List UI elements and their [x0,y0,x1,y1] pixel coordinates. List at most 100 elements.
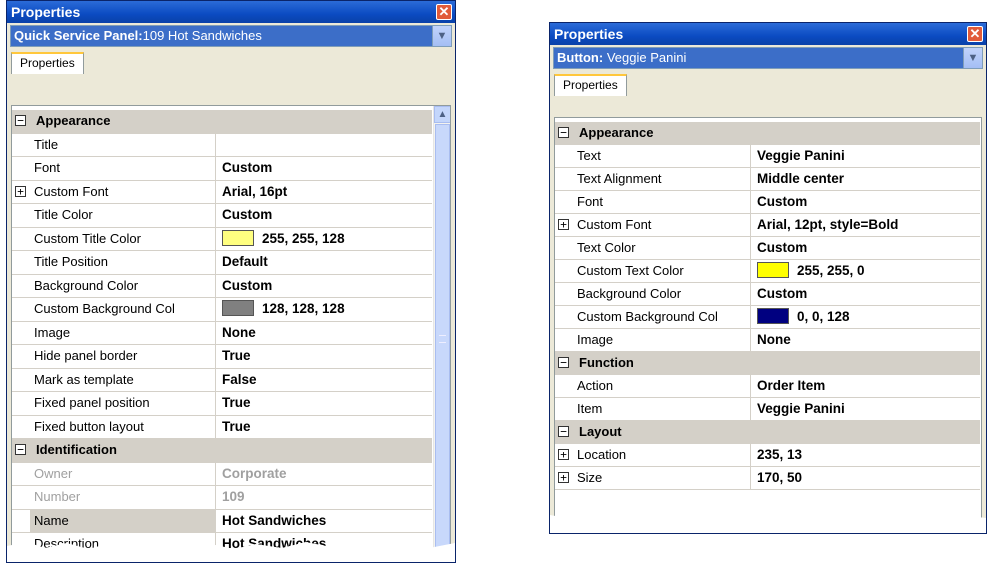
property-row[interactable]: Mark as template False [12,368,432,392]
tab-properties[interactable]: Properties [554,74,627,96]
property-value[interactable]: Custom [216,275,432,298]
property-value[interactable]: Middle center [751,168,980,190]
property-value[interactable]: Custom [216,157,432,180]
object-name: Veggie Panini [606,50,687,65]
property-value[interactable]: True [216,392,432,415]
property-value[interactable]: None [216,322,432,345]
collapse-icon[interactable]: − [15,115,26,126]
object-selector-dropdown[interactable]: Button: Veggie Panini ▼ [553,47,983,69]
property-value[interactable]: True [216,416,432,439]
property-row[interactable]: Name Hot Sandwiches [12,509,432,533]
property-row[interactable]: Custom Text Color 255, 255, 0 [555,260,980,283]
category-row[interactable]: − Identification [12,439,432,463]
property-row[interactable]: + Size 170, 50 [555,467,980,490]
property-value[interactable]: Order Item [751,375,980,397]
property-value[interactable]: Custom [216,204,432,227]
property-value[interactable]: Custom [751,237,980,259]
property-value[interactable]: Arial, 12pt, style=Bold [751,214,980,236]
property-value-text: Veggie Panini [757,401,845,416]
property-value-text: None [222,324,256,340]
property-value[interactable]: 0, 0, 128 [751,306,980,328]
property-value[interactable] [216,134,432,157]
property-value[interactable]: Arial, 16pt [216,181,432,204]
tab-properties[interactable]: Properties [11,52,84,74]
property-row[interactable]: Custom Title Color 255, 255, 128 [12,227,432,251]
property-value[interactable]: Default [216,251,432,274]
property-value[interactable]: 128, 128, 128 [216,298,432,321]
property-value-text: True [222,395,251,410]
property-row[interactable]: + Location 235, 13 [555,444,980,467]
property-value[interactable]: Hot Sandwiches [216,510,432,533]
property-value[interactable]: 255, 255, 128 [216,228,432,251]
property-value[interactable]: Veggie Panini [751,145,980,167]
scroll-up-arrow-icon[interactable]: ▲ [434,106,450,123]
expand-icon[interactable]: + [558,449,569,460]
color-swatch [222,300,254,316]
collapse-icon[interactable]: − [558,357,569,368]
category-row[interactable]: − Appearance [12,110,432,134]
category-row[interactable]: − Appearance [555,122,980,145]
property-name: Owner [30,462,216,485]
property-value[interactable]: 170, 50 [751,467,980,489]
chevron-down-icon[interactable]: ▼ [963,48,982,68]
property-value[interactable]: False [216,369,432,392]
property-row[interactable]: Background Color Custom [555,283,980,306]
property-row[interactable]: Image None [555,329,980,352]
property-row[interactable]: Text Veggie Panini [555,145,980,168]
window-titlebar[interactable]: Properties ✕ [7,1,455,23]
property-value[interactable]: 255, 255, 0 [751,260,980,282]
property-name: Fixed panel position [30,392,216,415]
property-row[interactable]: Font Custom [12,157,432,181]
torn-edge [7,541,455,562]
property-row[interactable]: Custom Background Col 128, 128, 128 [12,298,432,322]
property-row[interactable]: Font Custom [555,191,980,214]
property-row[interactable]: + Custom Font Arial, 12pt, style=Bold [555,214,980,237]
property-value-text: True [222,418,251,434]
property-name: Custom Font [30,180,216,203]
property-row[interactable]: Hide panel border True [12,345,432,369]
category-row[interactable]: − Function [555,352,980,375]
property-row[interactable]: Text Alignment Middle center [555,168,980,191]
property-row[interactable]: Owner Corporate [12,462,432,486]
category-label: Layout [579,424,622,439]
property-row[interactable]: + Custom Font Arial, 16pt [12,180,432,204]
property-row[interactable]: Image None [12,321,432,345]
property-row[interactable]: Title Color Custom [12,204,432,228]
expand-icon[interactable]: + [15,185,26,197]
property-name: Custom Title Color [30,227,216,250]
property-value-text: 109 [222,489,245,504]
object-selector-dropdown[interactable]: Quick Service Panel:109 Hot Sandwiches ▼ [10,25,452,47]
property-row[interactable]: Background Color Custom [12,274,432,298]
property-row[interactable]: Fixed button layout True [12,415,432,439]
property-value[interactable]: 109 [216,486,432,509]
property-value[interactable]: Veggie Panini [751,398,980,420]
property-row[interactable]: Title Position Default [12,251,432,275]
window-titlebar[interactable]: Properties ✕ [550,23,986,45]
expand-icon[interactable]: + [558,219,569,230]
property-row[interactable]: Number 109 [12,486,432,510]
property-name: Name [30,509,216,532]
collapse-icon[interactable]: − [15,444,26,455]
property-row[interactable]: Fixed panel position True [12,392,432,416]
close-icon[interactable]: ✕ [967,26,983,42]
property-row[interactable]: Item Veggie Panini [555,398,980,421]
category-row[interactable]: − Layout [555,421,980,444]
close-icon[interactable]: ✕ [436,4,452,20]
vertical-scrollbar[interactable]: ▲ [433,106,450,561]
property-value[interactable]: True [216,345,432,368]
collapse-icon[interactable]: − [558,426,569,437]
property-value[interactable]: 235, 13 [751,444,980,466]
property-value[interactable]: None [751,329,980,351]
property-value[interactable]: Custom [751,191,980,213]
property-value-text: 128, 128, 128 [262,301,345,316]
expand-icon[interactable]: + [558,472,569,483]
property-row[interactable]: Custom Background Col 0, 0, 128 [555,306,980,329]
property-value[interactable]: Corporate [216,463,432,486]
property-row[interactable]: Title [12,133,432,157]
property-value[interactable]: Custom [751,283,980,305]
collapse-icon[interactable]: − [558,127,569,138]
property-row[interactable]: Text Color Custom [555,237,980,260]
scroll-thumb[interactable] [435,124,450,561]
property-row[interactable]: Action Order Item [555,375,980,398]
chevron-down-icon[interactable]: ▼ [432,26,451,46]
